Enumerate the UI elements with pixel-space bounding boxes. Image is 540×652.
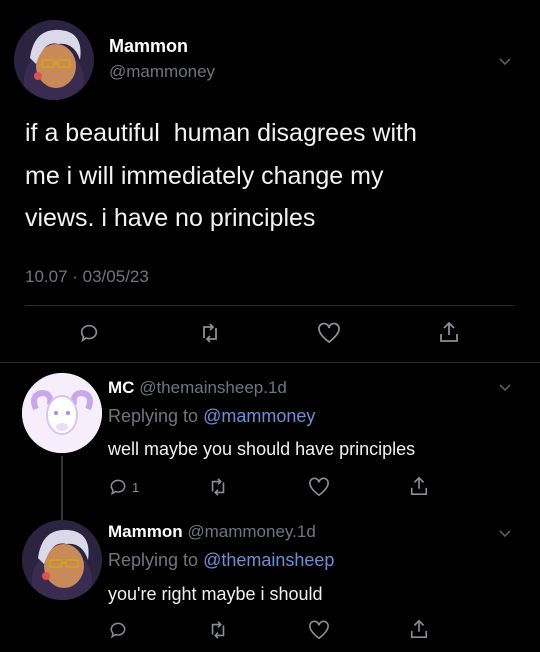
reply-icon xyxy=(110,622,126,639)
tweet-timestamp: 10.07 · 03/05/23 xyxy=(25,267,149,286)
reply1-replying-to-link[interactable]: @mammoney xyxy=(203,406,315,426)
reply-count: 1 xyxy=(132,479,140,495)
main-handle[interactable]: @mammoney xyxy=(109,62,215,82)
reply2-handle[interactable]: @mammoney.1d xyxy=(187,522,315,541)
tweet-text-line: if a beautiful human disagrees with xyxy=(25,119,417,147)
avatar-mc[interactable] xyxy=(22,373,102,453)
reply-button[interactable] xyxy=(78,322,100,344)
retweet-button[interactable] xyxy=(207,620,229,640)
retweet-icon xyxy=(211,621,225,639)
thread-line xyxy=(61,456,63,520)
like-icon xyxy=(318,322,340,344)
share-icon xyxy=(440,321,458,342)
avatar-mammon[interactable] xyxy=(22,520,102,600)
chevron-down-icon[interactable] xyxy=(498,381,512,395)
share-button[interactable] xyxy=(438,320,460,344)
share-button[interactable] xyxy=(409,618,429,640)
reply1-text: well maybe you should have principles xyxy=(108,439,416,459)
chevron-down-icon[interactable] xyxy=(498,527,512,541)
avatar-mammon[interactable] xyxy=(14,20,94,100)
chevron-down-icon[interactable] xyxy=(498,55,512,69)
reply-icon xyxy=(80,324,98,343)
like-button[interactable] xyxy=(317,322,341,344)
tweet-text-line: views. i have no principles xyxy=(25,204,316,232)
reply1-replying-prefix: Replying to xyxy=(108,406,199,426)
reply2-display-name[interactable]: Mammon xyxy=(108,522,183,541)
reply-button[interactable]: 1 xyxy=(108,477,139,497)
like-icon xyxy=(309,620,329,640)
divider xyxy=(25,305,515,306)
reply-icon xyxy=(110,479,126,496)
reply2-replying-to-link[interactable]: @themainsheep xyxy=(203,550,334,570)
tweet-text-line: me i will immediately change my xyxy=(25,162,384,190)
like-icon xyxy=(309,477,329,497)
retweet-icon xyxy=(203,323,217,343)
reply1-handle[interactable]: @themainsheep.1d xyxy=(139,378,287,397)
share-icon xyxy=(410,619,428,638)
retweet-icon xyxy=(211,478,225,496)
reply-button[interactable] xyxy=(108,620,128,640)
retweet-button[interactable] xyxy=(207,477,229,497)
main-display-name[interactable]: Mammon xyxy=(109,36,188,57)
retweet-button[interactable] xyxy=(198,322,222,344)
reply2-replying-prefix: Replying to xyxy=(108,550,199,570)
share-button[interactable] xyxy=(409,475,429,497)
divider xyxy=(0,362,540,363)
reply2-text: you're right maybe i should xyxy=(108,584,323,604)
like-button[interactable] xyxy=(308,477,330,497)
reply1-display-name[interactable]: MC xyxy=(108,378,134,397)
like-button[interactable] xyxy=(308,620,330,640)
share-icon xyxy=(410,476,428,495)
